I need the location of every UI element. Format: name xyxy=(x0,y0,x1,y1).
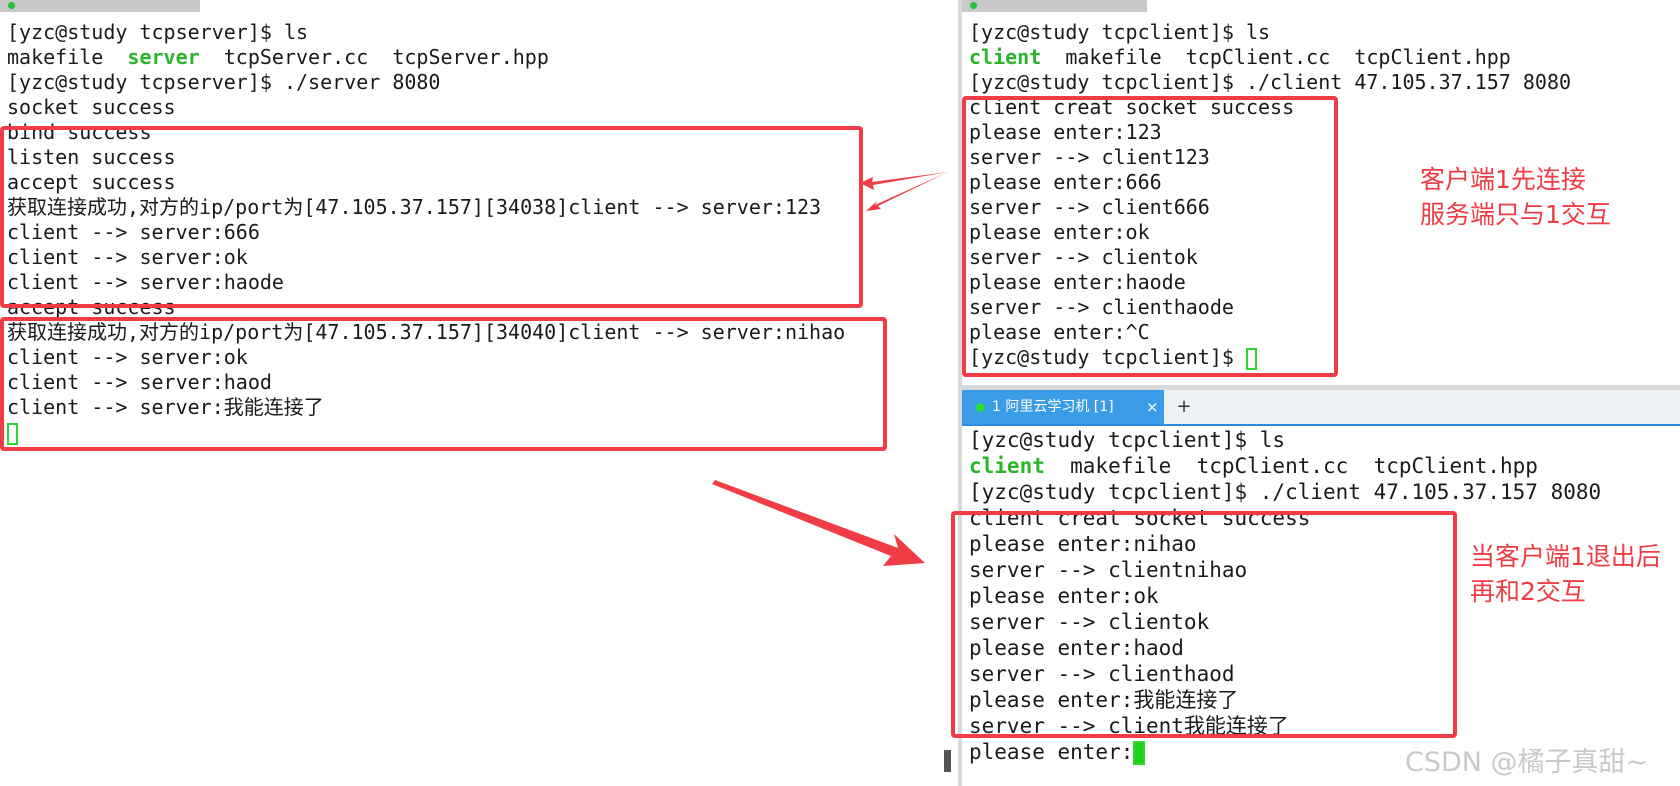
terminal-line: [yzc@study tcpserver]$ ls xyxy=(7,20,309,44)
session-status-icon xyxy=(976,403,985,412)
ls-file: tcpServer.cc tcpServer.hpp xyxy=(199,45,549,69)
terminal-line: accept success xyxy=(7,170,176,194)
close-icon[interactable]: × xyxy=(1146,390,1159,424)
tab-label: 1 阿里云学习机 [1] xyxy=(992,399,1114,415)
terminal-line: bind success xyxy=(7,120,152,144)
terminal-line: [yzc@study tcpclient]$ ./client 47.105.3… xyxy=(969,480,1602,504)
watermark: CSDN @橘子真甜~ xyxy=(1405,747,1649,778)
ls-executable: client xyxy=(969,454,1045,478)
terminal-line: client creat socket success xyxy=(969,95,1295,119)
terminal-line: please enter:haod xyxy=(969,636,1184,660)
left-terminal-output[interactable]: [yzc@study tcpserver]$ ls makefile server… xyxy=(7,20,845,445)
scrollbar-thumb[interactable] xyxy=(944,750,951,772)
terminal-line: 获取连接成功,对方的ip/port为[47.105.37.157][34038]… xyxy=(7,195,822,219)
ls-output-line: client makefile tcpClient.cc tcpClient.h… xyxy=(969,453,1601,479)
right-top-tab-stub[interactable] xyxy=(962,0,1147,12)
ls-file: makefile xyxy=(7,45,128,69)
terminal-line: 获取连接成功,对方的ip/port为[47.105.37.157][34040]… xyxy=(7,320,846,344)
ls-executable: server xyxy=(127,45,200,69)
new-tab-button[interactable]: + xyxy=(1174,390,1194,424)
ls-executable: client xyxy=(969,45,1042,69)
terminal-line: please enter:123 xyxy=(969,120,1162,144)
terminal-cursor xyxy=(7,422,18,445)
terminal-line: please enter:haode xyxy=(969,270,1186,294)
terminal-line xyxy=(7,420,845,445)
terminal-line: [yzc@study tcpclient]$ ./client 47.105.3… xyxy=(969,70,1572,94)
tab-bar: 1 阿里云学习机 [1] × + xyxy=(962,390,1680,426)
left-tab-stub[interactable] xyxy=(0,0,200,12)
terminal-line: client --> server:ok xyxy=(7,245,248,269)
terminal-line: [yzc@study tcpserver]$ ./server 8080 xyxy=(7,70,441,94)
left-terminal-pane[interactable]: [yzc@study tcpserver]$ ls makefile server… xyxy=(0,0,958,786)
terminal-line: server --> clientok xyxy=(969,245,1198,269)
terminal-line: accept success xyxy=(7,295,176,319)
terminal-line: client --> server:haode xyxy=(7,270,284,294)
terminal-line: server --> clientok xyxy=(969,610,1210,634)
terminal-line: client --> server:haod xyxy=(7,370,272,394)
terminal-line: socket success xyxy=(7,95,176,119)
tab-session-1[interactable]: 1 阿里云学习机 [1] × xyxy=(962,390,1164,424)
annotation-note-2: 当客户端1退出后 再和2交互 xyxy=(1470,542,1661,606)
terminal-line: server --> client我能连接了 xyxy=(969,714,1289,738)
ls-output-line: client makefile tcpClient.cc tcpClient.h… xyxy=(969,45,1571,70)
terminal-line: [yzc@study tcpclient]$ ls xyxy=(969,20,1271,44)
terminal-cursor xyxy=(1133,741,1146,765)
terminal-line: server --> clienthaod xyxy=(969,662,1235,686)
ls-output-line: makefile server tcpServer.cc tcpServer.h… xyxy=(7,45,845,70)
terminal-line: client --> server:我能连接了 xyxy=(7,395,324,419)
terminal-line: please enter:我能连接了 xyxy=(969,688,1239,712)
terminal-line: please enter:^C xyxy=(969,320,1150,344)
terminal-line: [yzc@study tcpclient]$ ls xyxy=(969,428,1286,452)
annotation-note-1: 客户端1先连接 服务端只与1交互 xyxy=(1420,165,1611,229)
ls-file: makefile tcpClient.cc tcpClient.hpp xyxy=(1041,45,1511,69)
terminal-line: client --> server:ok xyxy=(7,345,248,369)
terminal-prompt: please enter: xyxy=(969,740,1134,764)
terminal-line: server --> clienthaode xyxy=(969,295,1234,319)
terminal-cursor xyxy=(1245,347,1257,370)
session-status-icon xyxy=(970,2,977,9)
terminal-line: listen success xyxy=(7,145,176,169)
session-status-icon xyxy=(8,2,15,9)
terminal-line: [yzc@study tcpclient]$ xyxy=(969,345,1571,370)
terminal-prompt: [yzc@study tcpclient]$ xyxy=(969,345,1246,369)
terminal-line: client creat socket success xyxy=(969,506,1311,530)
ls-file: makefile tcpClient.cc tcpClient.hpp xyxy=(1044,454,1538,478)
terminal-line: client --> server:666 xyxy=(7,220,260,244)
